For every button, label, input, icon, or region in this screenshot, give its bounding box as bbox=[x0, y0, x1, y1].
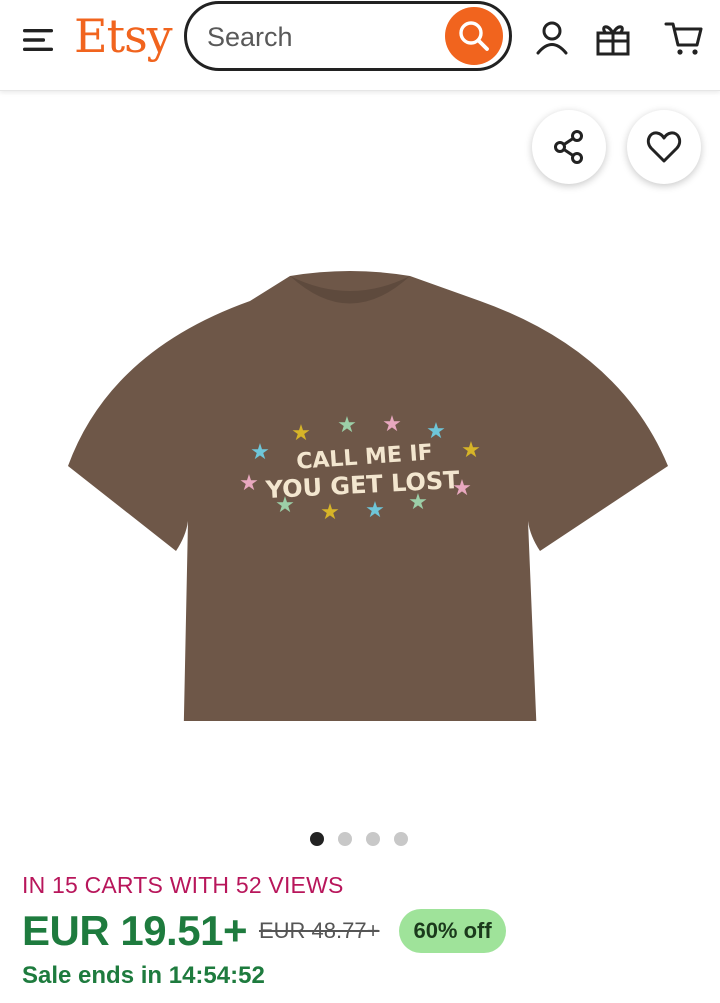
gift-button[interactable] bbox=[591, 16, 635, 60]
svg-text:★: ★ bbox=[452, 476, 472, 501]
svg-text:★: ★ bbox=[239, 471, 259, 496]
svg-text:★: ★ bbox=[461, 438, 481, 463]
product-image[interactable]: CALL ME IF YOU GET LOST ★ ★ ★ ★ ★ ★ ★ ★ … bbox=[0, 91, 720, 811]
account-icon bbox=[536, 21, 568, 55]
svg-text:★: ★ bbox=[408, 490, 428, 515]
pagination-dot[interactable] bbox=[310, 832, 324, 846]
pagination-dot[interactable] bbox=[338, 832, 352, 846]
sale-countdown: Sale ends in 14:54:52 bbox=[22, 962, 265, 989]
search-bar bbox=[184, 1, 512, 71]
share-icon bbox=[554, 130, 583, 164]
product-page: Etsy Search CALL ME IF YOU GET LOST ★ ★ … bbox=[0, 0, 720, 1003]
gift-icon bbox=[596, 25, 630, 56]
price-row: EUR 19.51+ EUR 48.77+ 60% off bbox=[22, 903, 506, 959]
top-header: Etsy bbox=[0, 0, 720, 91]
search-button[interactable] bbox=[445, 7, 503, 65]
svg-text:★: ★ bbox=[382, 412, 402, 437]
menu-icon bbox=[23, 29, 53, 51]
search-icon bbox=[459, 21, 489, 51]
original-price: EUR 48.77+ bbox=[258, 918, 380, 943]
cart-icon bbox=[664, 22, 703, 55]
svg-text:★: ★ bbox=[250, 440, 270, 465]
etsy-logo[interactable]: Etsy bbox=[74, 6, 173, 66]
discount-badge: 60% off bbox=[399, 909, 506, 953]
search-input[interactable] bbox=[207, 16, 437, 58]
sale-price: EUR 19.51+ bbox=[22, 907, 247, 954]
svg-text:★: ★ bbox=[337, 413, 357, 438]
svg-text:★: ★ bbox=[320, 500, 340, 525]
account-button[interactable] bbox=[530, 16, 574, 60]
svg-text:★: ★ bbox=[275, 493, 295, 518]
pagination-dot[interactable] bbox=[366, 832, 380, 846]
image-pagination bbox=[310, 832, 408, 846]
pagination-dot[interactable] bbox=[394, 832, 408, 846]
menu-button[interactable] bbox=[18, 20, 58, 60]
svg-text:★: ★ bbox=[365, 498, 385, 523]
svg-text:★: ★ bbox=[291, 421, 311, 446]
share-button[interactable] bbox=[532, 110, 606, 184]
svg-text:★: ★ bbox=[426, 419, 446, 444]
cart-views-note: IN 15 CARTS WITH 52 VIEWS bbox=[22, 872, 344, 898]
cart-button[interactable] bbox=[662, 16, 706, 60]
tshirt-image: CALL ME IF YOU GET LOST ★ ★ ★ ★ ★ ★ ★ ★ … bbox=[68, 271, 668, 721]
favorite-heart-icon bbox=[646, 131, 682, 163]
favorite-button[interactable] bbox=[627, 110, 701, 184]
